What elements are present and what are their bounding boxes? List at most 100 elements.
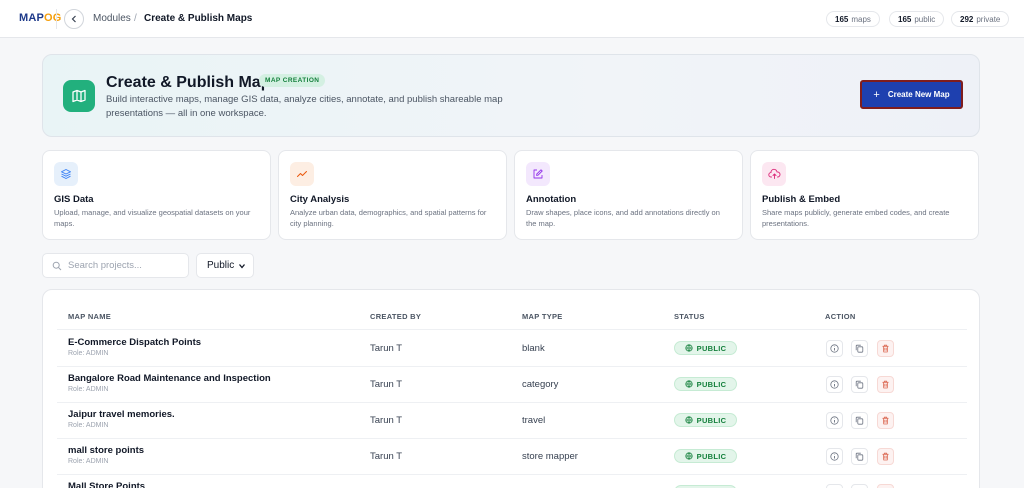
layers-icon <box>54 162 78 186</box>
map-type: category <box>522 379 559 390</box>
maps-table: MAP NAME CREATED BY MAP TYPE STATUS ACTI… <box>42 289 980 488</box>
map-type: blank <box>522 343 545 354</box>
top-bar: MAPOG Modules / Create & Publish Maps 16… <box>0 0 1024 38</box>
search-input[interactable] <box>68 260 178 271</box>
edit-icon <box>526 162 550 186</box>
filter-selected-value: Public <box>207 260 235 271</box>
hero-description: Build interactive maps, manage GIS data,… <box>106 94 503 119</box>
back-button[interactable] <box>64 9 84 29</box>
info-icon <box>830 416 839 425</box>
chevron-left-icon <box>71 15 76 23</box>
plus-icon: + <box>873 88 880 101</box>
status-badge: PUBLIC <box>674 341 737 355</box>
table-row[interactable]: Jaipur travel memories. Role: ADMIN Tarun … <box>43 402 979 438</box>
info-icon <box>830 344 839 353</box>
search-box <box>42 253 189 278</box>
chevron-down-icon <box>239 264 245 269</box>
duplicate-button[interactable] <box>851 448 868 465</box>
feature-card-annotation[interactable]: Annotation Draw shapes, place icons, and… <box>514 150 743 240</box>
feature-card-gis-data[interactable]: GIS Data Upload, manage, and visualize g… <box>42 150 271 240</box>
map-name[interactable]: mall store points <box>68 445 144 456</box>
map-name[interactable]: Jaipur travel memories. <box>68 409 175 420</box>
globe-icon <box>685 416 693 424</box>
cloud-upload-icon <box>762 162 786 186</box>
map-role: Role: ADMIN <box>68 422 109 429</box>
info-button[interactable] <box>826 484 843 488</box>
map-name[interactable]: E-Commerce Dispatch Points <box>68 337 201 348</box>
feature-title: GIS Data <box>54 194 94 205</box>
info-button[interactable] <box>826 340 843 357</box>
map-role: Role: ADMIN <box>68 458 109 465</box>
map-icon <box>63 80 95 112</box>
created-by: Tarun T <box>370 379 403 390</box>
delete-button[interactable] <box>877 412 894 429</box>
column-header-map-type[interactable]: MAP TYPE <box>522 312 563 321</box>
copy-icon <box>855 380 864 389</box>
created-by: Tarun T <box>370 451 403 462</box>
status-label: PUBLIC <box>696 415 727 425</box>
globe-icon <box>685 380 693 388</box>
table-row[interactable]: mall store points Role: ADMIN Tarun T store… <box>43 438 979 474</box>
duplicate-button[interactable] <box>851 376 868 393</box>
feature-card-city-analysis[interactable]: City Analysis Analyze urban data, demogr… <box>278 150 507 240</box>
column-header-created-by[interactable]: CREATED BY <box>370 312 421 321</box>
feature-title: City Analysis <box>290 194 350 205</box>
column-header-status[interactable]: STATUS <box>674 312 705 321</box>
create-new-map-button[interactable]: + Create New Map <box>860 80 963 109</box>
stat-maps: 165 maps <box>826 11 880 27</box>
duplicate-button[interactable] <box>851 484 868 488</box>
table-row[interactable]: Mall Store PointsRole: ADMINTarun Tstore… <box>43 474 979 488</box>
visibility-filter-select[interactable]: Public <box>196 253 254 278</box>
info-button[interactable] <box>826 412 843 429</box>
trash-icon <box>882 380 889 389</box>
copy-icon <box>855 452 864 461</box>
map-type: store mapper <box>522 451 578 462</box>
search-icon <box>52 261 62 270</box>
delete-button[interactable] <box>877 376 894 393</box>
trend-icon <box>290 162 314 186</box>
delete-button[interactable] <box>877 484 894 488</box>
copy-icon <box>855 344 864 353</box>
feature-title: Annotation <box>526 194 577 205</box>
created-by: Tarun T <box>370 415 403 426</box>
column-header-map-name[interactable]: MAP NAME <box>68 312 111 321</box>
status-badge: PUBLIC <box>674 377 737 391</box>
duplicate-button[interactable] <box>851 340 868 357</box>
breadcrumb-modules[interactable]: Modules <box>93 13 131 24</box>
stat-public: 165 public <box>889 11 945 27</box>
info-icon <box>830 452 839 461</box>
page-title: Create & Publish Maps <box>106 74 280 91</box>
map-name[interactable]: Bangalore Road Maintenance and Inspectio… <box>68 373 271 384</box>
info-button[interactable] <box>826 376 843 393</box>
delete-button[interactable] <box>877 340 894 357</box>
copy-icon <box>855 416 864 425</box>
feature-description: Draw shapes, place icons, and add annota… <box>526 208 720 228</box>
map-creation-badge: MAP CREATION <box>259 74 326 87</box>
feature-description: Share maps publicly, generate embed code… <box>762 208 950 228</box>
hero-banner: Create & Publish Maps MAP CREATION Build… <box>42 54 980 137</box>
divider <box>56 9 57 29</box>
status-label: PUBLIC <box>696 451 727 461</box>
column-header-action: ACTION <box>825 312 856 321</box>
globe-icon <box>685 452 693 460</box>
info-button[interactable] <box>826 448 843 465</box>
create-new-map-label: Create New Map <box>887 90 950 99</box>
feature-description: Upload, manage, and visualize geospatial… <box>54 208 251 228</box>
table-row[interactable]: Bangalore Road Maintenance and Inspectio… <box>43 366 979 402</box>
breadcrumb-separator: / <box>134 13 137 24</box>
map-role: Role: ADMIN <box>68 350 109 357</box>
created-by: Tarun T <box>370 343 403 354</box>
stat-private: 292 private <box>951 11 1010 27</box>
feature-title: Publish & Embed <box>762 194 841 205</box>
map-role: Role: ADMIN <box>68 386 109 393</box>
status-badge: PUBLIC <box>674 449 737 463</box>
feature-card-publish-embed[interactable]: Publish & Embed Share maps publicly, gen… <box>750 150 979 240</box>
status-label: PUBLIC <box>696 343 727 353</box>
duplicate-button[interactable] <box>851 412 868 429</box>
map-name[interactable]: Mall Store Points <box>68 481 145 488</box>
table-row[interactable]: E-Commerce Dispatch Points Role: ADMIN Tar… <box>43 330 979 366</box>
breadcrumb-current: Create & Publish Maps <box>144 13 253 24</box>
info-icon <box>830 380 839 389</box>
map-type: travel <box>522 415 546 426</box>
delete-button[interactable] <box>877 448 894 465</box>
